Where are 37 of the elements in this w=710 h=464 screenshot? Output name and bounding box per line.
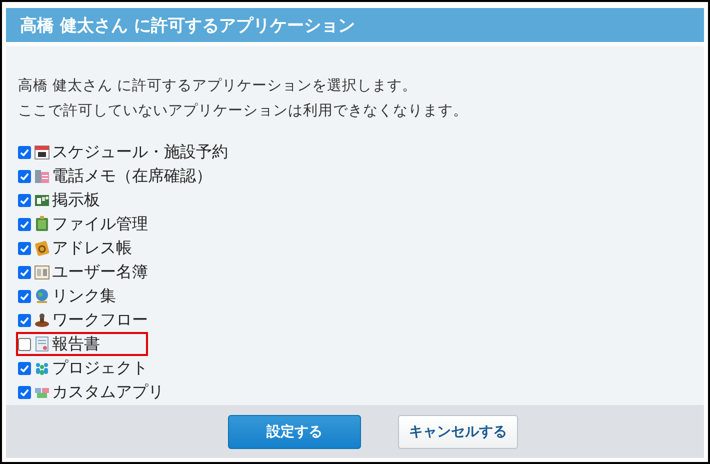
description-text: 高橋 健太さん に許可するアプリケーションを選択します。	[18, 76, 418, 96]
description-text: ここで許可していないアプリケーションは利用できなくなります。	[18, 102, 469, 121]
checkbox[interactable]	[18, 170, 31, 182]
address-book-icon	[34, 240, 50, 256]
checkbox[interactable]	[18, 194, 31, 206]
roster-icon	[34, 264, 50, 280]
people-icon	[34, 360, 50, 376]
save-button[interactable]: 設定する	[228, 414, 361, 448]
app-label: ワークフロー	[52, 310, 148, 330]
checkbox[interactable]	[18, 242, 31, 254]
checkbox[interactable]	[18, 338, 31, 350]
checkbox[interactable]	[18, 266, 31, 278]
app-label: 掲示板	[52, 190, 100, 210]
app-label: ファイル管理	[52, 214, 148, 234]
dialog-title: 高橋 健太さん に許可するアプリケーション	[20, 14, 355, 36]
globe-icon	[34, 288, 50, 304]
app-label: リンク集	[52, 286, 116, 306]
cancel-button[interactable]: キャンセルする	[398, 414, 518, 448]
app-label: アドレス帳	[52, 238, 132, 258]
binder-icon	[34, 216, 50, 232]
checkbox[interactable]	[18, 362, 31, 374]
app-label: ユーザー名簿	[52, 262, 148, 282]
stamp-icon	[34, 312, 50, 328]
app-label: スケジュール・施設予約	[52, 142, 228, 162]
app-label: 報告書	[52, 334, 100, 354]
app-label: 電話メモ（在席確認）	[52, 166, 212, 186]
report-icon	[34, 336, 50, 352]
checkbox[interactable]	[18, 290, 31, 302]
checkbox[interactable]	[18, 386, 31, 398]
calendar-icon	[34, 144, 50, 160]
checkbox[interactable]	[18, 146, 31, 158]
app-label: プロジェクト	[52, 358, 148, 378]
app-label: カスタムアプリ	[52, 382, 164, 402]
checkbox[interactable]	[18, 218, 31, 230]
board-icon	[34, 192, 50, 208]
phone-icon	[34, 168, 50, 184]
checkbox[interactable]	[18, 314, 31, 326]
